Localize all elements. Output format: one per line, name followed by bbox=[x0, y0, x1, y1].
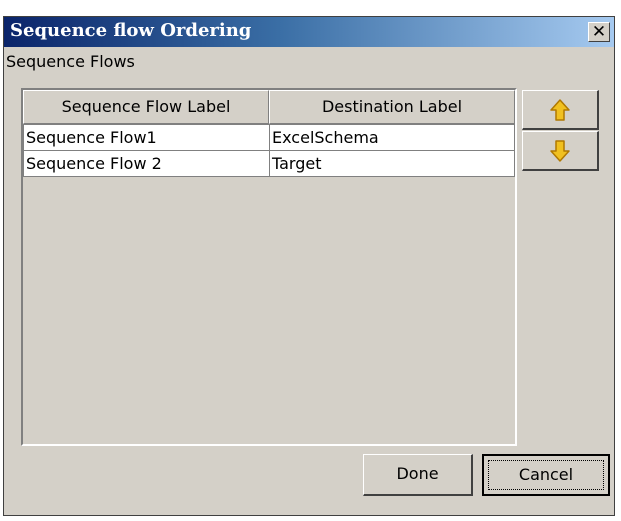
title-bar: Sequence flow Ordering ✕ bbox=[4, 17, 614, 47]
table-cell-sequence-flow-label[interactable]: Sequence Flow 2 bbox=[23, 150, 270, 177]
cancel-button[interactable]: Cancel bbox=[482, 454, 610, 496]
column-header-destination-label[interactable]: Destination Label bbox=[269, 90, 515, 124]
sequence-flow-ordering-dialog: Sequence flow Ordering ✕ Sequence Flows … bbox=[3, 16, 615, 516]
table-row[interactable]: Sequence Flow1 ExcelSchema bbox=[23, 124, 515, 151]
table-cell-destination-label[interactable]: Target bbox=[269, 150, 515, 177]
arrow-down-icon bbox=[550, 139, 570, 162]
dialog-title: Sequence flow Ordering bbox=[10, 20, 252, 41]
arrow-up-icon bbox=[550, 98, 570, 121]
close-icon: ✕ bbox=[591, 22, 607, 42]
section-label: Sequence Flows bbox=[6, 52, 135, 71]
sequence-flows-table: Sequence Flow Label Destination Label Se… bbox=[21, 88, 517, 446]
done-button[interactable]: Done bbox=[363, 454, 473, 496]
close-button[interactable]: ✕ bbox=[588, 22, 610, 42]
cancel-label: Cancel bbox=[518, 465, 574, 484]
table-row[interactable]: Sequence Flow 2 Target bbox=[23, 150, 515, 177]
table-cell-destination-label[interactable]: ExcelSchema bbox=[269, 124, 515, 151]
table-cell-sequence-flow-label[interactable]: Sequence Flow1 bbox=[23, 124, 270, 151]
move-up-button[interactable] bbox=[522, 90, 599, 130]
column-header-sequence-flow-label[interactable]: Sequence Flow Label bbox=[23, 90, 269, 124]
move-down-button[interactable] bbox=[522, 131, 599, 171]
